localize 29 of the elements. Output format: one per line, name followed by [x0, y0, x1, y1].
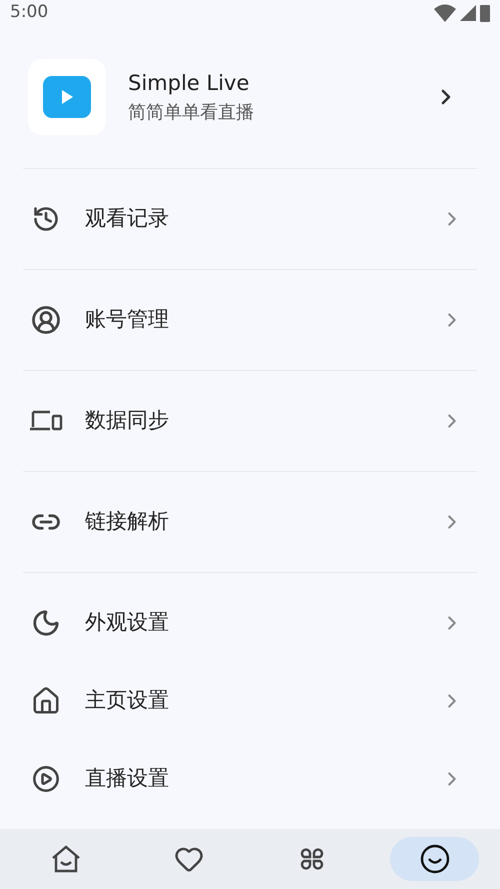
menu-label: 观看记录	[85, 205, 170, 232]
play-circle-icon	[32, 765, 60, 794]
nav-tab[interactable]	[390, 837, 479, 882]
menu-item[interactable]: 观看记录	[23, 180, 477, 258]
menu-label: 链接解析	[85, 508, 170, 536]
menu-label: 账号管理	[85, 306, 170, 334]
home-icon	[31, 686, 61, 716]
menu-item[interactable]: 外观设置	[23, 584, 477, 662]
menu-item[interactable]: 账号管理	[23, 281, 477, 360]
play-logo-icon	[43, 76, 91, 118]
menu-label: 外观设置	[85, 609, 170, 636]
menu-item[interactable]: 链接解析	[23, 483, 477, 562]
account-icon	[31, 305, 61, 336]
smile-icon	[420, 844, 450, 874]
menu-item[interactable]: 主页设置	[23, 662, 477, 740]
wifi-icon	[434, 4, 456, 22]
menu-item[interactable]: 数据同步	[23, 382, 477, 460]
menu-item[interactable]: 直播设置	[23, 740, 477, 818]
app-subtitle: 简简单单看直播	[128, 101, 255, 126]
app-title: Simple Live	[128, 70, 250, 97]
signal-icon	[460, 5, 476, 22]
battery-icon	[480, 4, 490, 22]
menu-label: 主页设置	[85, 687, 170, 714]
menu-label: 直播设置	[85, 765, 170, 792]
moon-icon	[31, 608, 61, 638]
menu-label: 数据同步	[85, 407, 170, 434]
home-icon	[50, 845, 80, 874]
status-time: 5:00	[10, 1, 48, 24]
history-icon	[32, 205, 60, 234]
